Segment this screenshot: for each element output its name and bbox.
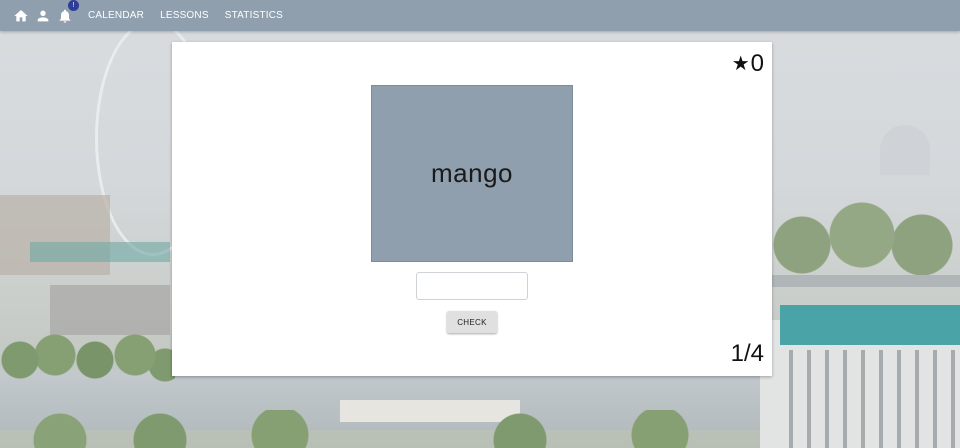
background-windows xyxy=(775,350,960,448)
background-trees xyxy=(0,330,175,410)
home-icon[interactable] xyxy=(13,8,29,24)
nav-link-statistics[interactable]: STATISTICS xyxy=(225,10,283,21)
person-icon[interactable] xyxy=(35,8,51,24)
notification-badge: ! xyxy=(68,0,79,11)
word-tile: mango xyxy=(371,85,573,262)
score-value: 0 xyxy=(750,50,764,77)
background-roof xyxy=(780,305,960,345)
progress-counter: 1/4 xyxy=(730,340,764,367)
score-display: ★ 0 xyxy=(732,50,764,78)
bell-icon[interactable]: ! xyxy=(57,0,79,24)
answer-input[interactable] xyxy=(416,272,528,300)
check-button[interactable]: CHECK xyxy=(447,311,497,333)
star-icon: ★ xyxy=(731,53,750,75)
nav-link-calendar[interactable]: CALENDAR xyxy=(88,10,144,21)
background-trees xyxy=(0,410,760,448)
background-bridge xyxy=(772,275,960,287)
top-navigation-bar: ! CALENDAR LESSONS STATISTICS xyxy=(0,0,960,31)
background-building xyxy=(50,285,170,335)
word-text: mango xyxy=(431,158,513,188)
lesson-card: ★ 0 mango CHECK 1/4 xyxy=(172,42,772,376)
background-dome xyxy=(880,125,930,175)
background-trees xyxy=(772,195,960,285)
nav-link-lessons[interactable]: LESSONS xyxy=(160,10,209,21)
background-building xyxy=(0,195,110,275)
background-roof xyxy=(30,242,170,262)
